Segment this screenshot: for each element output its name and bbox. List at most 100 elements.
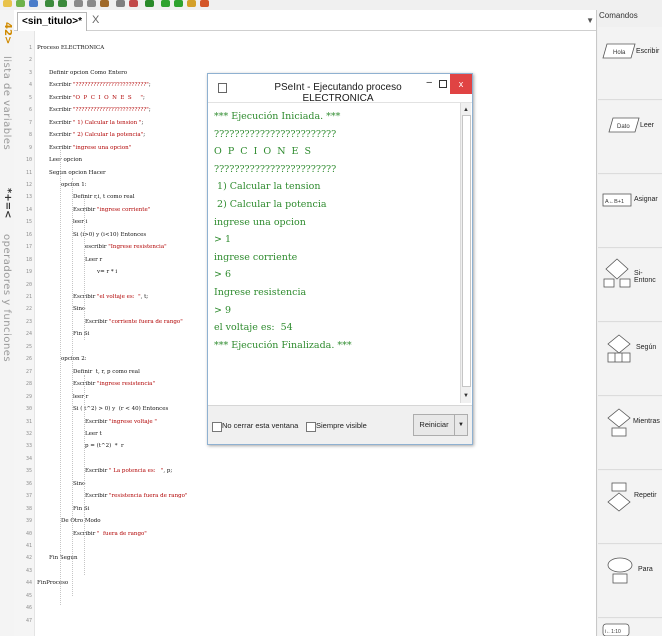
command-mientras-label: Mientras [633,418,660,425]
reiniciar-button[interactable]: Reiniciar [413,414,455,436]
leer-shape-text: Dato [617,124,630,130]
line-number: 30 [25,406,32,413]
tab-close-icon[interactable]: X [92,14,99,26]
line-number: 41 [25,543,32,549]
no-cerrar-checkbox[interactable] [212,422,222,432]
command-repetir[interactable]: Repetir [598,471,662,544]
new-file-icon[interactable] [3,0,12,7]
command-asignar[interactable]: A←B+1 Asignar [598,175,662,248]
code-line: Fin Si [73,505,90,512]
command-si-entonces-label: Si-Entonc [634,270,656,284]
scroll-down-icon[interactable]: ▼ [463,393,469,399]
decision-diamond-icon [603,258,631,288]
debug-icon[interactable] [187,0,196,7]
command-para-cada[interactable]: i←1:10 [598,619,662,636]
code-line: Fin Si [73,331,90,338]
maximize-icon[interactable] [439,80,447,88]
line-number: 44 [25,580,32,587]
console-output[interactable]: *** Ejecución Iniciada. ***?????????????… [209,103,461,403]
flowchart-icon[interactable] [129,0,138,7]
code-line: Escribir " La potencia es: ", p; [85,468,173,475]
code-line: FinProceso [37,580,69,587]
output-parallelogram-icon: Hola [602,43,636,59]
line-number: 6 [28,107,32,114]
code-line: leer i [73,219,88,226]
find-icon[interactable] [116,0,125,7]
variables-list-tab[interactable]: lista de variables [1,56,12,150]
copy-icon[interactable] [87,0,96,7]
indent-guide [84,195,85,340]
line-number: 9 [28,144,32,151]
code-line: Escribir "????????????????????????"; [49,107,151,114]
siempre-visible-checkbox[interactable] [306,422,316,432]
console-line: Ingrese resistencia [214,287,307,298]
command-repetir-label: Repetir [634,492,657,499]
command-mientras[interactable]: Mientras [598,397,662,470]
minimize-icon[interactable]: − [426,77,432,89]
line-number: 11 [25,169,32,176]
code-line: Escribir "ingrese una opcion" [49,144,132,151]
redo-icon[interactable] [58,0,67,7]
while-loop-icon [607,408,631,437]
line-number: 36 [25,480,32,487]
line-number: 33 [25,443,32,450]
console-scrollbar[interactable]: ▲ ▼ [460,103,471,403]
indent-guide [60,150,61,605]
save-file-icon[interactable] [29,0,38,7]
scroll-up-icon[interactable]: ▲ [463,107,469,113]
asignar-shape-text: A←B+1 [605,199,624,205]
command-leer[interactable]: Dato Leer [598,101,662,174]
line-number: 31 [25,418,32,425]
undo-icon[interactable] [45,0,54,7]
line-number: 20 [25,281,32,288]
code-line: Leer r [85,256,103,263]
code-line: Segun opcion Hacer [49,169,106,176]
help-icon[interactable] [200,0,209,7]
tab-list-dropdown-icon[interactable]: ▼ [586,16,594,25]
code-line: v= r * i [97,269,118,276]
command-asignar-label: Asignar [634,196,658,203]
command-si-entonces[interactable]: Si-Entonc [598,249,662,322]
scroll-thumb[interactable] [462,115,471,387]
code-line: Proceso ELECTRONICA [37,45,105,51]
execution-window-titlebar[interactable]: PSeInt - Ejecutando proceso ELECTRONICA … [208,74,472,104]
command-segun[interactable]: Según [598,323,662,396]
variables-symbols: 42> [2,22,13,45]
command-para[interactable]: Para [598,545,662,618]
line-number: 22 [25,306,32,313]
paste-icon[interactable] [100,0,109,7]
assign-rectangle-icon: A←B+1 [602,193,632,207]
siempre-visible-label: Siempre visible [316,421,367,430]
close-icon[interactable]: x [450,74,472,94]
line-number: 14 [25,206,32,213]
step-icon[interactable] [174,0,183,7]
line-number: 8 [28,132,32,139]
execution-window: PSeInt - Ejecutando proceso ELECTRONICA … [207,73,473,445]
reiniciar-dropdown-button[interactable]: ▼ [454,414,468,436]
line-number: 42 [25,555,32,562]
indent-icon[interactable] [145,0,154,7]
line-number: 27 [25,368,32,375]
line-number: 10 [25,157,32,164]
line-number: 47 [25,617,32,624]
code-line: Fin Segun [49,555,78,562]
line-number: 45 [25,592,32,599]
open-file-icon[interactable] [16,0,25,7]
operators-functions-tab[interactable]: operadores y funciones [1,234,12,362]
switch-shape-icon [607,334,631,363]
input-parallelogram-icon: Dato [608,117,640,133]
tab-title: <sin_titulo>* [22,16,83,27]
run-icon[interactable] [161,0,170,7]
tab-sin-titulo[interactable]: <sin_titulo>* [17,12,88,31]
para-cada-shape-text: i←1:10 [605,629,621,635]
cut-icon[interactable] [74,0,83,7]
escribir-shape-text: Hola [613,50,626,56]
editor-tab-bar: <sin_titulo>* X ▼ [14,10,596,31]
for-loop-icon [607,557,633,584]
console-line: > 6 [214,269,232,281]
line-number-gutter: 1 2 3 4 5 6 7 8 9 10 11 12 13 14 15 16 17 18 19 20 21 22 23 24 2… [14,31,35,636]
line-number: 17 [25,244,32,251]
command-escribir[interactable]: Hola Escribir [598,27,662,100]
code-line: Definir r,i, t como real [73,194,135,201]
line-number: 16 [25,231,32,238]
